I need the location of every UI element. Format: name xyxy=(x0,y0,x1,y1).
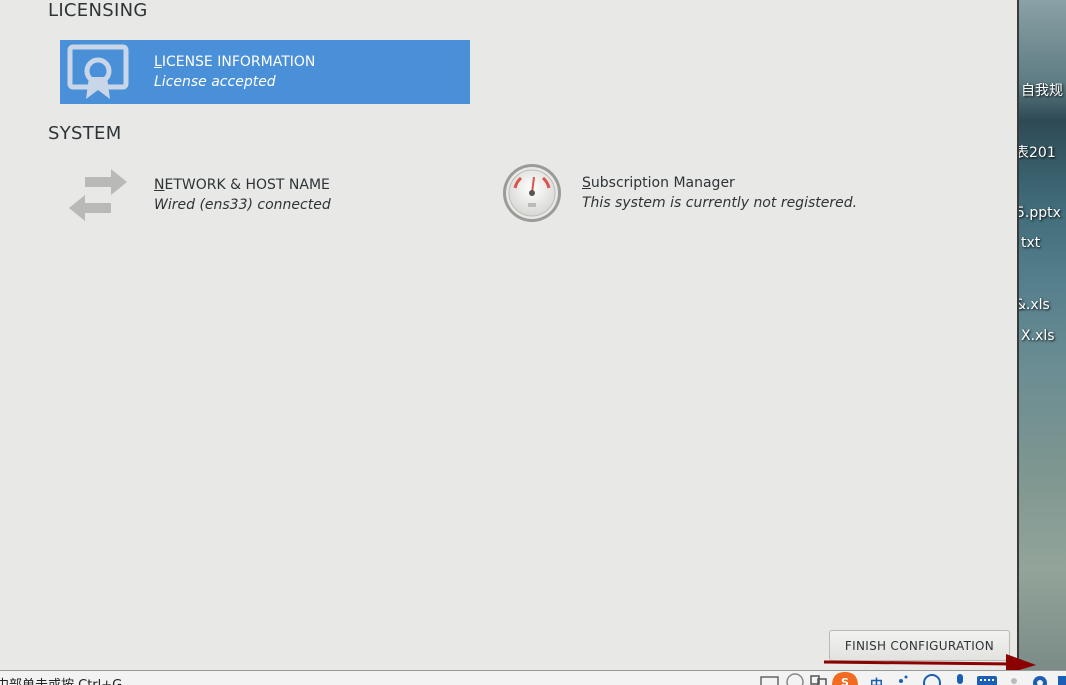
cd-rom-icon[interactable] xyxy=(786,673,804,685)
hard-disk-icon[interactable] xyxy=(760,673,780,685)
desktop-file-label[interactable]: X.xls xyxy=(1021,328,1055,344)
screen: LICENSING LICENSE INFORMATION License ac… xyxy=(0,0,1066,685)
network-adapter-icon[interactable] xyxy=(810,673,828,685)
vm-status-bar: 中部单击或按 Ctrl+G S 中 xyxy=(0,670,1066,685)
tray-edge-icon xyxy=(1058,676,1066,685)
punctuation-icon[interactable] xyxy=(896,673,910,685)
svg-text:S: S xyxy=(841,676,849,685)
licensing-section-title: LICENSING xyxy=(48,0,148,21)
microphone-icon[interactable] xyxy=(952,673,968,685)
network-hostname-spoke[interactable]: NETWORK & HOST NAME Wired (ens33) connec… xyxy=(67,163,467,227)
license-status: License accepted xyxy=(154,74,276,90)
system-section-title: SYSTEM xyxy=(48,123,122,144)
desktop-background: 自我规 表201 5.pptx txt &.xls X.xls xyxy=(1017,0,1066,670)
desktop-file-label[interactable]: 5.pptx xyxy=(1019,205,1061,221)
network-hostname-title: NETWORK & HOST NAME xyxy=(154,177,330,193)
tray-dot-icon xyxy=(1011,678,1017,684)
subscription-manager-title: Subscription Manager xyxy=(582,175,735,191)
network-status: Wired (ens33) connected xyxy=(154,197,331,213)
subscription-status: This system is currently not registered. xyxy=(582,195,858,211)
subscription-manager-spoke[interactable]: Subscription Manager This system is curr… xyxy=(494,161,954,225)
network-arrows-icon xyxy=(60,163,136,227)
license-information-spoke[interactable]: LICENSE INFORMATION License accepted xyxy=(60,40,470,104)
settings-gear-icon[interactable] xyxy=(1030,673,1050,685)
keyboard-icon[interactable] xyxy=(976,673,998,685)
desktop-file-label[interactable]: &.xls xyxy=(1019,297,1050,313)
emoji-icon[interactable] xyxy=(922,673,942,685)
desktop-file-label[interactable]: 表201 xyxy=(1019,142,1056,162)
gauge-icon xyxy=(494,161,570,225)
ime-chinese-label[interactable]: 中 xyxy=(870,674,883,685)
certificate-icon xyxy=(60,40,136,104)
status-hint-text: 中部单击或按 Ctrl+G xyxy=(0,674,122,685)
sogou-input-icon[interactable]: S xyxy=(828,671,862,685)
initial-setup-panel: LICENSING LICENSE INFORMATION License ac… xyxy=(0,0,1017,670)
desktop-file-label[interactable]: txt xyxy=(1021,235,1040,251)
desktop-file-label[interactable]: 自我规 xyxy=(1021,80,1063,100)
license-information-title: LICENSE INFORMATION xyxy=(154,54,316,70)
